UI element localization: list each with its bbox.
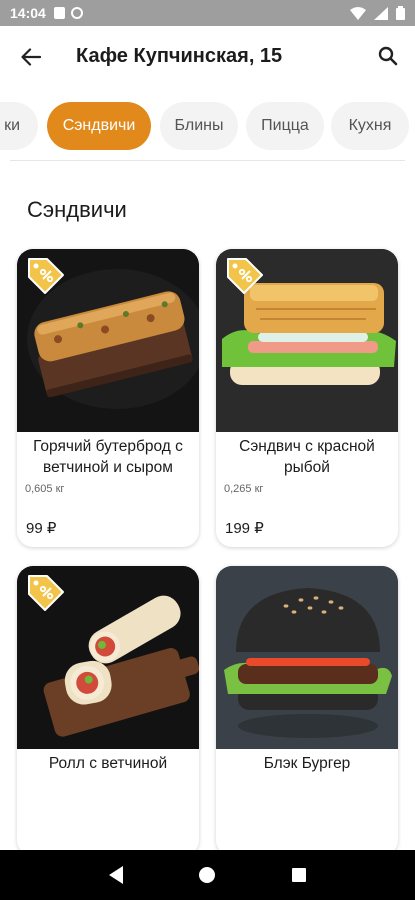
product-price: 99 ₽: [26, 520, 57, 537]
system-nav-bar: [0, 850, 415, 900]
divider: [10, 160, 405, 161]
product-card[interactable]: Ролл с ветчиной: [17, 566, 199, 856]
section-title: Сэндвичи: [27, 197, 127, 222]
product-weight: 0,265 кг: [224, 483, 264, 495]
product-card[interactable]: Сэндвич с красной рыбой 0,265 кг 199 ₽: [216, 249, 398, 547]
product-image: [17, 566, 199, 749]
status-system-icons: [350, 6, 405, 20]
tab-pizza[interactable]: Пицца: [246, 102, 324, 150]
nav-home-button[interactable]: [195, 863, 219, 887]
status-time: 14:04: [10, 5, 46, 21]
product-card[interactable]: Блэк Бургер: [216, 566, 398, 856]
promo-tag-icon: [27, 574, 65, 617]
category-tabs: ки Сэндвичи Блины Пицца Кухня: [0, 102, 415, 152]
search-button[interactable]: [375, 43, 401, 69]
product-image: [216, 249, 398, 432]
sync-icon: [70, 7, 83, 19]
tab-kitchen[interactable]: Кухня: [331, 102, 409, 150]
signal-icon: [374, 6, 388, 20]
tab-sandwiches[interactable]: Сэндвичи: [47, 102, 151, 150]
product-name: Блэк Бургер: [263, 755, 351, 772]
product-name: Горячий бутерброд с ветчиной и сыром: [33, 438, 183, 476]
tab-label: Сэндвичи: [62, 117, 136, 134]
promo-tag-icon: [226, 257, 264, 300]
status-bar: 14:04: [0, 0, 415, 26]
product-weight: 0,605 кг: [25, 483, 65, 495]
tab-label: ки: [4, 117, 20, 134]
tab-category-prev[interactable]: ки: [0, 102, 38, 150]
tab-pancakes[interactable]: Блины: [160, 102, 238, 150]
square-recents-icon: [292, 868, 307, 882]
triangle-back-icon: [108, 866, 123, 884]
tab-label: Кухня: [348, 117, 392, 134]
arrow-left-icon: [21, 48, 41, 66]
tab-label: Пицца: [261, 117, 309, 134]
page-title: Кафе Купчинская, 15: [76, 45, 283, 67]
nav-back-button[interactable]: [104, 863, 128, 887]
back-button[interactable]: [18, 44, 44, 70]
product-name: Ролл с ветчиной: [48, 755, 168, 772]
promo-tag-icon: [27, 257, 65, 300]
battery-icon: [396, 6, 405, 20]
sim-card-icon: [53, 7, 65, 19]
product-card[interactable]: Горячий бутерброд с ветчиной и сыром 0,6…: [17, 249, 199, 547]
app-header: Кафе Купчинская, 15: [0, 26, 415, 88]
product-image: [216, 566, 398, 749]
status-notification-icons: [53, 7, 83, 19]
product-name: Сэндвич с красной рыбой: [239, 438, 375, 476]
search-icon: [378, 46, 398, 66]
circle-home-icon: [199, 867, 216, 883]
wifi-icon: [350, 6, 366, 20]
tab-label: Блины: [174, 117, 224, 134]
nav-recents-button[interactable]: [287, 863, 311, 887]
product-image: [17, 249, 199, 432]
product-price: 199 ₽: [225, 520, 264, 537]
